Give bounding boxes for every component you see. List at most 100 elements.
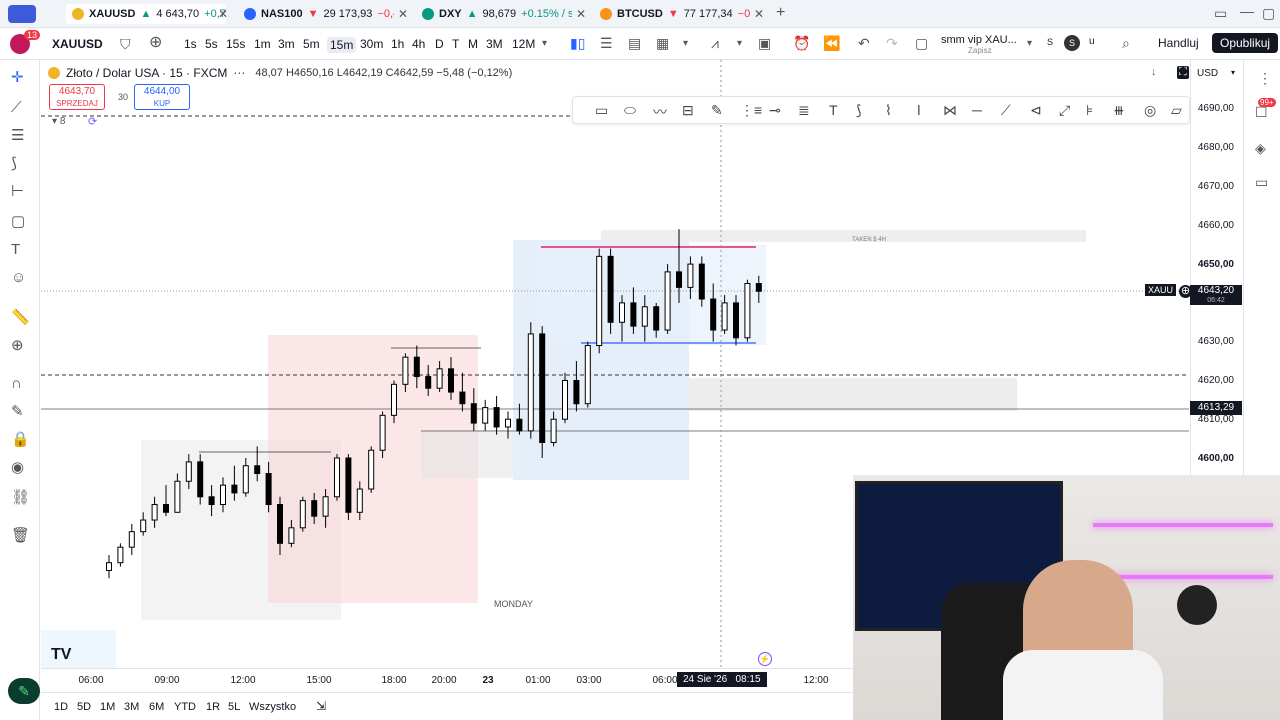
lock-icon[interactable]: 🔒 [11, 432, 30, 448]
lock-drawings-icon[interactable]: ✎ [11, 404, 24, 420]
templates-icon[interactable]: ▣ [758, 35, 771, 51]
fan-tool-icon[interactable]: ⊲ [1030, 102, 1042, 119]
layers-icon[interactable]: ◈ [1255, 140, 1266, 156]
circle-tool-icon[interactable]: ◎ [1144, 102, 1156, 119]
range-5y[interactable]: 5L [228, 701, 240, 713]
fib-icon[interactable]: ⊢ [11, 184, 24, 200]
timeframe-4h[interactable]: 4h [412, 37, 425, 51]
more-icon[interactable]: ⋯ [233, 66, 245, 80]
fork-tool-icon[interactable]: ⊧ [1086, 102, 1093, 119]
path-tool-icon[interactable]: 〰 [653, 102, 667, 122]
zoom-icon[interactable]: ⊕ [11, 338, 24, 354]
close-icon[interactable]: ✕ [576, 6, 586, 22]
range-1y[interactable]: 1R [206, 701, 220, 713]
chat-icon[interactable]: ▭ [1255, 174, 1268, 190]
buy-button[interactable]: 4644,00 KUP [134, 84, 190, 110]
undo-icon[interactable]: ↶ [858, 35, 870, 51]
layout-name[interactable]: smm vip XAU... [941, 34, 1017, 46]
shapes-icon[interactable]: ▢ [11, 214, 25, 230]
window-icon[interactable]: ▭ [1214, 5, 1227, 21]
indicators-icon[interactable]: ▤ [628, 35, 641, 51]
timeframe-t[interactable]: T [452, 37, 459, 51]
timeframe-5s[interactable]: 5s [205, 37, 218, 51]
timeframe-1h[interactable]: 1h [391, 37, 404, 51]
curve-tool-icon[interactable]: ⟆ [856, 102, 861, 119]
more-icon[interactable]: ⋮ [1258, 70, 1272, 86]
chevron-down-icon[interactable]: ▾ [1027, 36, 1032, 52]
eye-icon[interactable]: ◉ [11, 460, 24, 476]
user-letter[interactable]: S [1047, 37, 1053, 47]
ellipse-tool-icon[interactable]: ⬭ [624, 102, 636, 119]
emoji-icon[interactable]: ☺ [11, 270, 26, 286]
position-tool-icon[interactable]: ⊟ [682, 102, 694, 119]
range-6m[interactable]: 6M [149, 701, 164, 713]
user-letter[interactable]: u [1089, 36, 1095, 47]
pattern-icon[interactable]: ⟆ [11, 156, 17, 172]
range-all[interactable]: Wszystko [249, 701, 296, 713]
currency-select[interactable]: USD [1197, 68, 1218, 79]
minimize-icon[interactable]: — [1240, 3, 1254, 19]
gann-tool-icon[interactable]: ⧻ [1113, 102, 1125, 119]
close-icon[interactable]: ✕ [398, 6, 408, 22]
hline-tool-icon[interactable]: ─ [972, 102, 982, 118]
trendline-icon[interactable]: ⟋ [11, 100, 22, 116]
new-tab-icon[interactable]: + [776, 5, 785, 21]
add-alert-icon[interactable]: ⊕ [1179, 285, 1192, 298]
indicator-toggle[interactable]: ▾ 8 [52, 116, 65, 127]
replay-icon[interactable]: ⏪ [823, 35, 840, 51]
maximize-icon[interactable]: ▢ [1262, 5, 1275, 21]
magnet-icon[interactable]: ∩ [11, 376, 22, 392]
auto-scale-icon[interactable]: ⛶ [1177, 66, 1189, 79]
text-tool-icon[interactable]: T [829, 102, 838, 118]
shield-icon[interactable]: ⛉ [120, 36, 131, 52]
timeframe-15s[interactable]: 15s [226, 37, 245, 51]
timeframe-15m[interactable]: 15m [327, 37, 357, 53]
vline-tool-icon[interactable]: ǀ [917, 102, 921, 118]
close-icon[interactable]: ✕ [218, 6, 228, 22]
range-1d[interactable]: 1D [54, 701, 68, 713]
text-icon[interactable]: T [11, 242, 20, 258]
range-5d[interactable]: 5D [77, 701, 91, 713]
chevron-down-icon[interactable]: ▾ [1231, 68, 1235, 77]
chevron-down-icon[interactable]: ▾ [737, 36, 742, 52]
fullscreen-icon[interactable]: ▢ [915, 35, 928, 51]
brush-tool-icon[interactable]: ⌇ [885, 102, 892, 119]
avatar[interactable]: S [1064, 35, 1080, 51]
chevron-down-icon[interactable]: ▾ [542, 36, 547, 52]
browser-tab-xauusd[interactable]: XAUUSD ▲ 4 643,70 +0,77 [66, 4, 226, 24]
sell-button[interactable]: 4643,70 SPRZEDAJ [49, 84, 105, 110]
link-icon[interactable]: ⛓ [11, 490, 30, 506]
legend-title[interactable]: Złoto / Dolar USA · 15 · FXCM [66, 66, 227, 80]
pen-tool-icon[interactable]: ✎ [711, 102, 723, 119]
pencil-button[interactable]: ✎ [8, 678, 40, 704]
layout-icon[interactable]: ▦ [656, 35, 669, 51]
goto-date-icon[interactable]: ⇲ [316, 699, 326, 713]
timeframe-3m[interactable]: 3m [278, 37, 295, 51]
timeframe-30m[interactable]: 30m [360, 37, 383, 51]
ruler-icon[interactable]: 📏 [11, 310, 30, 326]
range-3m[interactable]: 3M [124, 701, 139, 713]
timeframe-1m[interactable]: 1m [254, 37, 271, 51]
ray-tool-icon[interactable]: ⊸ [769, 102, 781, 119]
candles-icon[interactable]: ▮▯ [570, 35, 585, 51]
symbol-search-field[interactable]: XAUUSD [52, 37, 103, 51]
arrow-tool-icon[interactable]: ⤢ [1059, 102, 1070, 119]
redo-icon[interactable]: ↷ [886, 35, 898, 51]
range-ytd[interactable]: YTD [174, 701, 196, 713]
down-arrow-icon[interactable]: ↓ [1151, 66, 1157, 78]
add-symbol-icon[interactable]: ⊕ [149, 35, 162, 51]
range-1m[interactable]: 1M [100, 701, 115, 713]
trade-button[interactable]: Handluj [1158, 36, 1199, 50]
pattern-tool-icon[interactable]: ⋈ [943, 102, 957, 119]
timeframe-d[interactable]: D [435, 37, 444, 51]
compare-icon[interactable]: ⩘ [711, 35, 719, 51]
crosshair-icon[interactable]: ✛ [11, 70, 24, 86]
timeframe-m[interactable]: M [468, 37, 478, 51]
lines-tool-icon[interactable]: ⋮≡ [740, 102, 762, 119]
hlines-tool-icon[interactable]: ≣ [798, 102, 810, 119]
bars-icon[interactable]: ☰ [600, 35, 613, 51]
chart-legend[interactable]: Złoto / Dolar USA · 15 · FXCM ⋯ 48,07 H4… [48, 64, 513, 82]
note-tool-icon[interactable]: ▱ [1171, 102, 1182, 119]
timeframe-12m[interactable]: 12M [512, 37, 535, 51]
browser-tab-dxy[interactable]: DXY ▲ 98,679 +0.15% / sm [422, 4, 572, 24]
